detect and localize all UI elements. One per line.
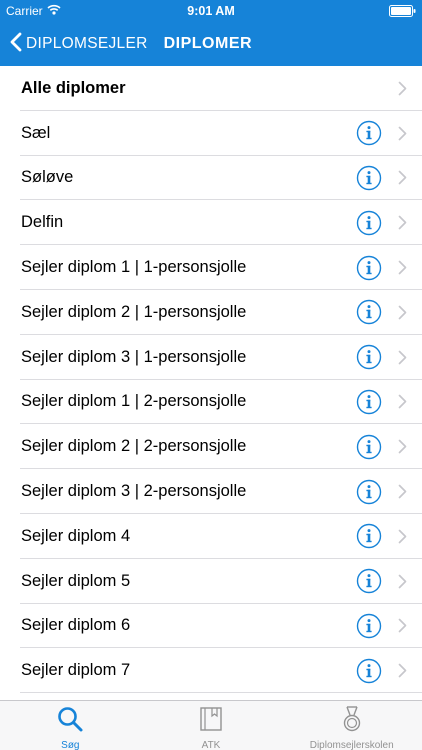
list-item[interactable]: Sejler diplom 6: [0, 604, 422, 649]
back-button-label: DIPLOMSEJLER: [26, 35, 148, 52]
status-time: 9:01 AM: [187, 4, 235, 18]
list-item-label: Sejler diplom 5: [21, 571, 131, 590]
tab-search[interactable]: Søg: [0, 701, 141, 750]
list-item-label: Delfin: [21, 213, 64, 232]
list-item-label: Sejler diplom 2 | 1-personsjolle: [21, 302, 247, 321]
chevron-right-icon: [396, 527, 408, 545]
list-item[interactable]: Sejler diplom 3 | 2-personsjolle: [0, 469, 422, 514]
list-item[interactable]: Sejler diplom 2 | 2-personsjolle: [0, 424, 422, 469]
tab-label: ATK: [201, 740, 221, 750]
info-icon[interactable]: [356, 165, 382, 191]
tab-label: Søg: [61, 740, 80, 750]
info-icon[interactable]: [356, 120, 382, 146]
list-item[interactable]: Sejler diplom 7: [0, 648, 422, 693]
info-icon[interactable]: [356, 479, 382, 505]
list-item-label: Sejler diplom 7: [21, 661, 131, 680]
chevron-right-icon: [396, 79, 408, 97]
info-icon[interactable]: [356, 210, 382, 236]
list-item[interactable]: Sejler diplom 1 | 2-personsjolle: [0, 380, 422, 425]
list-item-label: Sejler diplom 1 | 2-personsjolle: [21, 392, 247, 411]
list-item[interactable]: Sejler diplom 5: [0, 559, 422, 604]
list-item-label: Søløve: [21, 168, 74, 187]
chevron-right-icon: [396, 662, 408, 680]
list-item[interactable]: Delfin: [0, 200, 422, 245]
info-icon[interactable]: [356, 255, 382, 281]
tab-bar: Søg ATK Diplomsejlerskolen: [0, 700, 422, 750]
chevron-right-icon: [396, 259, 408, 277]
chevron-right-icon: [396, 483, 408, 501]
search-icon: [56, 705, 84, 738]
list-item-label: Sejler diplom 4: [21, 526, 131, 545]
list-item[interactable]: Sejler diplom 3 | 1-personsjolle: [0, 335, 422, 380]
page-title: DIPLOMER: [163, 35, 253, 52]
medal-icon: [338, 705, 366, 738]
tab-diplomsejlerskolen[interactable]: Diplomsejlerskolen: [281, 701, 422, 750]
info-icon[interactable]: [356, 299, 382, 325]
list-item[interactable]: Sejler diplom 1 | 1-personsjolle: [0, 245, 422, 290]
info-icon[interactable]: [356, 344, 382, 370]
info-icon[interactable]: [356, 434, 382, 460]
info-icon[interactable]: [356, 389, 382, 415]
info-icon[interactable]: [356, 523, 382, 549]
list-item-label: Alle diplomer: [21, 78, 126, 97]
list-item[interactable]: Sejler diplom 4: [0, 514, 422, 559]
list-item-label: Sejler diplom 2 | 2-personsjolle: [21, 437, 247, 456]
tab-label: Diplomsejlerskolen: [309, 740, 394, 750]
chevron-right-icon: [396, 124, 408, 142]
list-item[interactable]: Alle diplomer: [0, 66, 422, 111]
chevron-left-icon: [10, 32, 22, 57]
list-item-label: Sejler diplom 3 | 1-personsjolle: [21, 347, 247, 366]
list-item[interactable]: Søløve: [0, 156, 422, 201]
info-icon[interactable]: [356, 658, 382, 684]
chevron-right-icon: [396, 572, 408, 590]
list-item[interactable]: Sejler diplom 2 | 1-personsjolle: [0, 290, 422, 335]
nav-bar: DIPLOMSEJLER DIPLOMER: [0, 22, 422, 66]
chevron-right-icon: [396, 617, 408, 635]
chevron-right-icon: [396, 438, 408, 456]
list-item-label: Sejler diplom 1 | 1-personsjolle: [21, 258, 247, 277]
status-bar: Carrier 9:01 AM: [0, 0, 422, 22]
tab-atk[interactable]: ATK: [141, 701, 282, 750]
list-item[interactable]: Sæl: [0, 111, 422, 156]
chevron-right-icon: [396, 303, 408, 321]
book-icon: [197, 705, 225, 738]
chevron-right-icon: [396, 348, 408, 366]
header: Carrier 9:01 AM DIPLOMSEJLER DIPLOMER: [0, 0, 422, 66]
diploma-list: Alle diplomer Sæl Søløve Delfin Sejler diplo…: [0, 66, 422, 700]
list-item-label: Sejler diplom 3 | 2-personsjolle: [21, 482, 247, 501]
info-icon[interactable]: [356, 568, 382, 594]
chevron-right-icon: [396, 169, 408, 187]
chevron-right-icon: [396, 214, 408, 232]
back-button[interactable]: DIPLOMSEJLER: [10, 32, 148, 57]
info-icon[interactable]: [356, 613, 382, 639]
list-item-label: Sæl: [21, 123, 51, 142]
list-item-label: Sejler diplom 6: [21, 616, 131, 635]
chevron-right-icon: [396, 393, 408, 411]
